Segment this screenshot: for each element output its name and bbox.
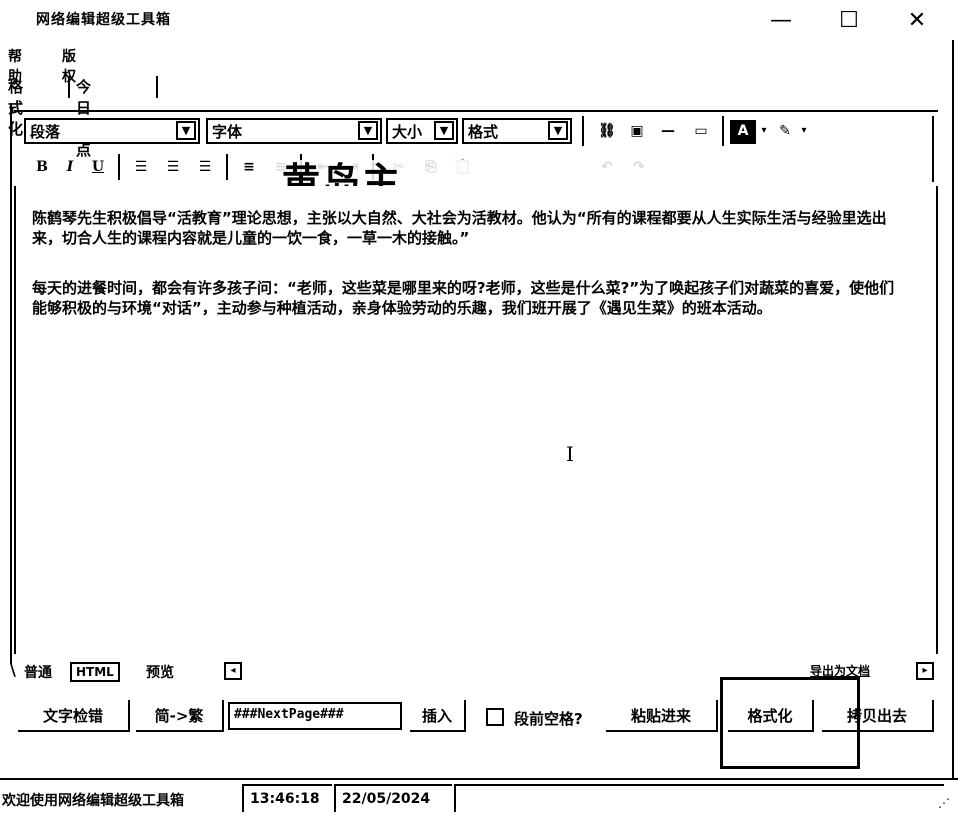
text-cursor-icon: I	[566, 442, 574, 466]
image-icon[interactable]: ▣	[624, 120, 650, 144]
close-button[interactable]: ✕	[894, 4, 940, 36]
tab-preview[interactable]: 预览	[146, 662, 174, 682]
tab-normal[interactable]: 普通	[24, 662, 52, 682]
editor-paragraph: 每天的进餐时间，都会有许多孩子问：“老师，这些菜是哪里来的呀?老师，这些是什么菜…	[32, 279, 895, 317]
editor-area[interactable]: 陈鹤琴先生积极倡导“活教育”理论思想，主张以大自然、大社会为活教材。他认为“所有…	[14, 186, 938, 654]
font-select[interactable]: 字体 ▼	[206, 118, 382, 144]
bold-button[interactable]: B	[30, 156, 54, 180]
tab-divider: \	[10, 660, 16, 679]
editor-paragraph: 陈鹤琴先生积极倡导“活教育”理论思想，主张以大自然、大社会为活教材。他认为“所有…	[32, 209, 887, 247]
toolbar-divider	[582, 116, 584, 146]
simplified-to-traditional-button[interactable]: 简->繁	[136, 700, 224, 732]
chevron-down-icon: ▼	[358, 121, 378, 140]
link-icon[interactable]: ⛓	[594, 120, 620, 144]
size-select[interactable]: 大小 ▼	[386, 118, 458, 144]
scrollbar[interactable]	[952, 310, 958, 340]
chevron-down-icon[interactable]: ▾	[798, 120, 810, 144]
minimize-button[interactable]: —	[758, 4, 804, 36]
pagebreak-input[interactable]: ###NextPage###	[228, 702, 402, 730]
editor-mode-tabs: \ 普通 HTML 预览 ◂	[10, 660, 250, 684]
align-center-icon[interactable]: ☰	[160, 156, 186, 180]
toolbar-divider	[118, 154, 120, 180]
status-date: 22/05/2024	[334, 784, 452, 812]
paragraph-select[interactable]: 段落 ▼	[24, 118, 200, 144]
editor-left-border	[10, 104, 12, 664]
box-icon[interactable]: ▭	[686, 120, 716, 144]
font-color-icon[interactable]: A	[730, 120, 756, 144]
tab-scroll-right-icon[interactable]: ▸	[916, 662, 934, 680]
window-border	[952, 40, 954, 780]
tab-divider	[156, 76, 158, 98]
maximize-button[interactable]: ☐	[826, 4, 872, 36]
status-time: 13:46:18	[242, 784, 332, 812]
size-select-value: 大小	[392, 123, 423, 141]
chevron-down-icon[interactable]: ▾	[758, 120, 770, 144]
status-bar: 欢迎使用网络编辑超级工具箱 13:46:18 22/05/2024 ⋰	[0, 778, 958, 812]
resize-grip-icon[interactable]: ⋰	[938, 796, 950, 810]
ordered-list-icon[interactable]: ≡	[236, 156, 262, 180]
window-title: 网络编辑超级工具箱	[36, 12, 171, 28]
tab-scroll-left-icon[interactable]: ◂	[224, 662, 242, 680]
toolbar-divider	[226, 154, 228, 180]
highlight-pen-icon[interactable]: ✎	[772, 120, 798, 144]
insert-button[interactable]: 插入	[410, 700, 466, 732]
status-empty-cell	[454, 784, 944, 812]
horizontal-rule-icon[interactable]: —	[656, 120, 680, 144]
status-welcome: 欢迎使用网络编辑超级工具箱	[2, 793, 184, 809]
indent-checkbox[interactable]	[486, 708, 504, 726]
toolbar-divider	[932, 116, 934, 182]
tab-divider	[68, 76, 70, 98]
toolbar-divider	[722, 116, 724, 146]
italic-button[interactable]: I	[58, 156, 82, 180]
title-bar: 网络编辑超级工具箱 — ☐ ✕	[0, 0, 958, 40]
spellcheck-button[interactable]: 文字检错	[18, 700, 130, 732]
chevron-down-icon: ▼	[548, 121, 568, 140]
paste-in-button[interactable]: 粘贴进来	[606, 700, 718, 732]
highlight-box	[720, 677, 860, 769]
align-left-icon[interactable]: ☰	[128, 156, 154, 180]
chevron-down-icon: ▼	[434, 121, 454, 140]
indent-label: 段前空格?	[514, 710, 583, 728]
tab-html[interactable]: HTML	[70, 662, 120, 682]
format-select[interactable]: 格式 ▼	[462, 118, 572, 144]
paragraph-select-value: 段落	[30, 123, 61, 141]
align-right-icon[interactable]: ☰	[192, 156, 218, 180]
chevron-down-icon: ▼	[176, 121, 196, 140]
font-select-value: 字体	[212, 123, 243, 141]
underline-button[interactable]: U	[86, 156, 110, 180]
format-select-value: 格式	[468, 123, 499, 141]
